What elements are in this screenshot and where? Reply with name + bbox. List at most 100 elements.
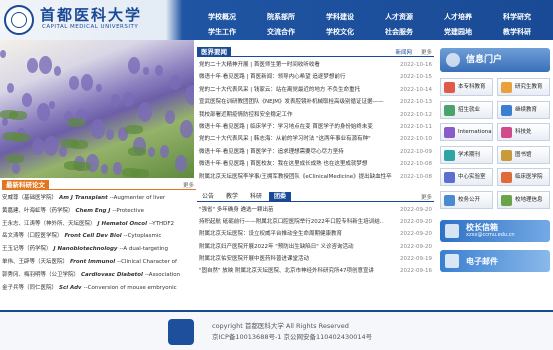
nav-item[interactable]: 党建园地 — [433, 26, 483, 38]
notice-item[interactable]: "强省" 多年确身 遴选一颗出苗 2022-09-20 — [199, 206, 432, 215]
research-item[interactable]: 王玉记等（药学院） J Nanobiotechnology --A dual-tar… — [2, 245, 196, 254]
notice-item-title[interactable]: 附属北京妇产医院开展2022年 "预防出生缺陷日" 义诊咨询活动 — [199, 243, 389, 252]
nav-item[interactable]: 社会服务 — [374, 26, 424, 38]
notice-item-date: 2022-09-19 — [400, 255, 432, 262]
portal-link[interactable]: International Education — [440, 123, 493, 141]
portal-link[interactable]: 校地理信息 — [497, 190, 550, 209]
research-item[interactable]: 岳文涛等（口腔医学院） Front Cell Dev Biol --Cytoplas… — [2, 232, 196, 241]
notice-tab[interactable]: 团委 — [269, 192, 291, 202]
nav-item[interactable]: 学科建设 — [315, 11, 365, 23]
research-item[interactable]: 黄嘉建、叶海虹等（药学院） Chem Eng J --Protective — [2, 207, 196, 216]
research-section: 最新科研论文 更多 安威尊（基础医学院） Am J Transplant --Aug… — [2, 180, 196, 305]
research-item[interactable]: 郭秀冈、梅羽明等（公卫学院） Cardiovasc Diabetol --Assoc… — [2, 271, 196, 280]
flower-blossom — [143, 67, 149, 76]
news-item-title[interactable]: 党的二十大代表风采 | 韩志海：从前的学习时法 "这两年事业有源有种" — [199, 135, 395, 144]
email-banner[interactable]: 电子邮件 — [440, 250, 550, 272]
news-item-title[interactable]: 宣武医院在训研教团团队《NEJM》发表腔镜补机械取栓高级别循证证据—— — [199, 98, 395, 107]
nav-item[interactable]: 人才培养 — [433, 11, 483, 23]
portal-link[interactable]: 本专科教育 — [440, 78, 493, 96]
nav-item[interactable]: 学校文化 — [315, 26, 365, 38]
research-item[interactable]: 王永志、江涛等（神外所、天坛医院） J Hematol Oncol --YTHDF2 — [2, 220, 196, 229]
research-item[interactable]: 安威尊（基础医学院） Am J Transplant --Augmenter of … — [2, 194, 196, 203]
news-item[interactable]: 微语十年·看见医路 | 首医新闻：领导内心希望 追逐梦想前行 2022-10-15 — [199, 73, 432, 82]
nav-item[interactable]: 科学研究 — [492, 11, 542, 23]
news-item-title[interactable]: 党的二十大代表风采 | 钱家云：站在离党最近的地方 不负生命重托 — [199, 86, 395, 95]
notice-tab[interactable]: 教学 — [221, 192, 243, 202]
footer-logo — [168, 319, 194, 345]
notice-item-title[interactable]: "固自然" 放映 附属北京天坛医院、北京市神经外科研究所47项创意宣讲 — [199, 267, 389, 276]
president-mailbox-banner[interactable]: 校长信箱 xzxx@ccmu.edu.cn — [440, 220, 550, 242]
research-topic: --Clinical Character of — [117, 259, 177, 265]
news-item-title[interactable]: 附属北京天坛医院李学事/王拥军教授团队《eClinicalMedicine》提出… — [199, 173, 395, 182]
portal-link[interactable]: 学术期刊 — [440, 145, 493, 164]
notice-item[interactable]: "固自然" 放映 附属北京天坛医院、北京市神经外科研究所47项创意宣讲 2022-… — [199, 267, 432, 276]
info-portal-header[interactable]: 信息门户 — [440, 48, 550, 72]
university-logo[interactable] — [4, 5, 34, 35]
notice-more-link[interactable]: 更多 — [421, 193, 432, 201]
portal-link[interactable]: 临床医学院 — [497, 168, 550, 186]
portal-link[interactable]: 科技处 — [497, 123, 550, 141]
news-item-date: 2022-10-09 — [400, 148, 432, 155]
research-more-link[interactable]: 更多 — [183, 181, 194, 189]
portal-link-label: 继续教育 — [515, 106, 538, 113]
leaf — [9, 111, 27, 120]
research-item[interactable]: 金子兵等（同仁医院） Sci Adv --Conversion of mouse e… — [2, 284, 196, 293]
news-item-date: 2022-10-12 — [400, 111, 432, 118]
notice-item[interactable]: 附属北京天坛医院：设立权威平台推动全生命周期健康教育 2022-09-20 — [199, 230, 432, 239]
flower-blossom — [101, 164, 108, 174]
portal-link[interactable]: 招生就业 — [440, 100, 493, 119]
news-item-title[interactable]: 微语十年·看见医路 | 首医学子：追求理想需要尽心尽力坚持 — [199, 148, 395, 157]
news-item[interactable]: 微语十年·看见医路 | 首医校友：我在这里成长成熟 也在这里成就梦想 2022-1… — [199, 160, 432, 169]
research-item[interactable]: 单伟、王辟等（天坛医院） Front Immunol --Clinical Char… — [2, 258, 196, 267]
leaf — [125, 125, 143, 134]
nav-item[interactable]: 院系部所 — [256, 11, 306, 23]
news-item-title[interactable]: 微语十年·看见医路 | 临床学子：学习地点在变 首医学子的身份始终未变 — [199, 123, 395, 132]
notice-item-title[interactable]: 持积起航 砥砺前行——附属北京口腔医院举行2022年口腔专科新生培训结.. — [199, 218, 389, 227]
portal-link[interactable]: 校务公开 — [440, 190, 493, 209]
portal-link-icon — [444, 104, 455, 116]
notice-item[interactable]: 持积起航 砥砺前行——附属北京口腔医院举行2022年口腔专科新生培训结.. 202… — [199, 218, 432, 227]
research-author: 单伟、王辟等（天坛医院） — [2, 259, 69, 265]
notice-item-title[interactable]: 附属北京天坛医院：设立权威平台推动全生命周期健康教育 — [199, 230, 389, 239]
nav-item[interactable]: 人才资源 — [374, 11, 424, 23]
portal-link[interactable]: 图书馆 — [497, 145, 550, 164]
news-item-title[interactable]: 我校部署近期疫情防控和安全稳定工作 — [199, 111, 395, 120]
news-tab-link[interactable]: 新闻网 — [395, 48, 412, 56]
notice-item[interactable]: 附属北京妇产医院开展2022年 "预防出生缺陷日" 义诊咨询活动 2022-09-… — [199, 243, 432, 252]
nav-item[interactable]: 教学科研 — [492, 26, 542, 38]
research-journal: Front Immunol — [70, 259, 116, 265]
notice-item-date: 2022-09-16 — [400, 268, 432, 274]
news-item[interactable]: 微语十年·看见医路 | 临床学子：学习地点在变 首医学子的身份始终未变 2022-… — [199, 123, 432, 132]
portal-link[interactable]: 继续教育 — [497, 100, 550, 119]
news-item[interactable]: 党的二十大代表风采 | 钱家云：站在离党最近的地方 不负生命重托 2022-10-… — [199, 86, 432, 95]
research-author: 岳文涛等（口腔医学院） — [2, 233, 63, 240]
news-item[interactable]: 宣武医院在训研教团团队《NEJM》发表腔镜补机械取栓高级别循证证据—— 2022-… — [199, 98, 432, 107]
nav-item[interactable]: 学校概况 — [197, 11, 247, 23]
notice-item[interactable]: 附属北京佑安医院开展中医药科普进课堂活动 2022-09-19 — [199, 255, 432, 264]
nav-item[interactable]: 学生工作 — [197, 26, 247, 38]
notice-tab[interactable]: 科研 — [245, 192, 267, 202]
news-item[interactable]: 党的二十大代表风采 | 韩志海：从前的学习时法 "这两年事业有源有种" 2022-… — [199, 135, 432, 144]
research-journal: J Hematol Oncol — [97, 220, 147, 227]
portal-link[interactable]: 研究生教育 — [497, 78, 550, 96]
site-title: 首都医科大学 — [40, 6, 143, 24]
leaf — [70, 140, 88, 149]
portal-link-label: 招生就业 — [458, 106, 481, 113]
portal-link[interactable]: 中心实验室 — [440, 168, 493, 186]
research-journal: J Nanobiotechnology — [53, 246, 118, 253]
news-more-link[interactable]: 更多 — [421, 48, 432, 56]
news-item-title[interactable]: 党的二十大精神开展 | 首医师生第一时间收听收看 — [199, 61, 395, 70]
news-item[interactable]: 附属北京天坛医院李学事/王拥军教授团队《eClinicalMedicine》提出… — [199, 173, 432, 182]
notice-tab[interactable]: 公告 — [197, 192, 219, 202]
research-author: 王玉记等（药学院） — [2, 246, 52, 253]
footer-copyright: copyright 首都医科大学 All Rights Reserved — [212, 322, 349, 330]
news-item[interactable]: 微语十年·看见医路 | 首医学子：追求理想需要尽心尽力坚持 2022-10-09 — [199, 148, 432, 157]
notice-item-title[interactable]: "强省" 多年确身 遴选一颗出苗 — [199, 206, 389, 215]
notice-item-title[interactable]: 附属北京佑安医院开展中医药科普进课堂活动 — [199, 255, 389, 264]
flower-blossom — [69, 76, 79, 90]
news-item-title[interactable]: 微语十年·看见医路 | 首医新闻：领导内心希望 追逐梦想前行 — [199, 73, 395, 82]
news-item-title[interactable]: 微语十年·看见医路 | 首医校友：我在这里成长成熟 也在这里成就梦想 — [199, 160, 395, 169]
news-item[interactable]: 党的二十大精神开展 | 首医师生第一时间收听收看 2022-10-16 — [199, 61, 432, 70]
news-item[interactable]: 我校部署近期疫情防控和安全稳定工作 2022-10-12 — [199, 111, 432, 120]
nav-item[interactable]: 交流合作 — [256, 26, 306, 38]
